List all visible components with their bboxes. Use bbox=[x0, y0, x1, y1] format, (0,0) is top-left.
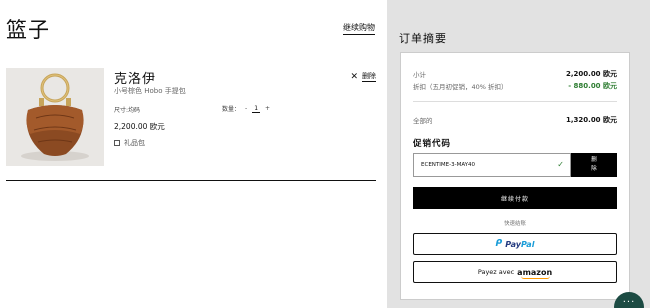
close-icon: ✕ bbox=[350, 71, 358, 82]
amazon-prefix: Payez avec bbox=[477, 268, 515, 276]
paypal-pal-text: Pal bbox=[520, 239, 535, 249]
paypal-logo-icon: ᑭ bbox=[495, 239, 503, 249]
product-name[interactable]: 克洛伊 bbox=[114, 68, 156, 87]
quantity-label: 数量： bbox=[222, 106, 241, 113]
size-label: 尺寸:均码 bbox=[114, 107, 141, 114]
total-row: 全部的 1,320.00 欧元 bbox=[413, 115, 617, 125]
quick-checkout-label: 快速结账 bbox=[503, 221, 526, 227]
promo-remove-button[interactable]: 删 除 bbox=[571, 153, 617, 177]
subtotal-value: 2,200.00 欧元 bbox=[566, 70, 617, 78]
continue-shopping-link[interactable]: 继续购物 bbox=[343, 22, 375, 35]
item-price: 2,200.00 欧元 bbox=[114, 122, 165, 131]
discount-row: 折扣（五月初促销，40% 折扣） - 880.00 欧元 bbox=[413, 81, 617, 91]
subtotal-label: 小计 bbox=[413, 71, 426, 79]
promo-title: 促销代码 bbox=[413, 139, 452, 149]
discount-value: - 880.00 欧元 bbox=[568, 82, 617, 90]
quantity-increase-button[interactable]: + bbox=[265, 105, 270, 112]
gift-wrap-option[interactable]: 礼品包 bbox=[114, 138, 145, 148]
total-value: 1,320.00 欧元 bbox=[566, 116, 617, 124]
total-label: 全部的 bbox=[413, 117, 433, 125]
amazon-logo: amazon bbox=[517, 267, 553, 279]
promo-remove-label-1: 删 bbox=[591, 157, 597, 163]
product-subtitle: 小号棕色 Hobo 手提包 bbox=[114, 87, 186, 95]
remove-label: 删除 bbox=[362, 72, 376, 82]
promo-code-value: ECENTIME-3-MAY40 bbox=[421, 162, 476, 168]
divider bbox=[6, 180, 376, 181]
order-summary-panel: 订单摘要 小计 2,200.00 欧元 折扣（五月初促销，40% 折扣） - 8… bbox=[387, 0, 650, 308]
summary-title: 订单摘要 bbox=[399, 32, 447, 45]
quantity-stepper: 数量： - 1 + bbox=[222, 104, 270, 114]
summary-card: 小计 2,200.00 欧元 折扣（五月初促销，40% 折扣） - 880.00… bbox=[400, 52, 630, 300]
discount-label: 折扣（五月初促销，40% 折扣） bbox=[413, 83, 508, 91]
product-image[interactable] bbox=[6, 68, 104, 166]
amazon-pay-button[interactable]: Payez avec amazon bbox=[413, 261, 617, 283]
checkout-button[interactable]: 继续付款 bbox=[413, 187, 617, 209]
paypal-pay-text: Pay bbox=[505, 239, 521, 249]
cart-item: 克洛伊 小号棕色 Hobo 手提包 ✕ 删除 尺寸:均码 数量： - 1 + 2… bbox=[6, 68, 376, 168]
check-icon: ✓ bbox=[557, 160, 564, 169]
cart-section: 篮子 继续购物 克洛伊 小号棕色 Hobo 手提包 ✕ 删除 尺寸:均码 数量：… bbox=[0, 0, 385, 308]
gift-wrap-checkbox[interactable] bbox=[114, 140, 120, 146]
page-title: 篮子 bbox=[6, 18, 50, 42]
summary-divider bbox=[413, 101, 617, 102]
subtotal-row: 小计 2,200.00 欧元 bbox=[413, 69, 617, 79]
quantity-value[interactable]: 1 bbox=[252, 105, 261, 113]
quantity-decrease-button[interactable]: - bbox=[245, 105, 247, 112]
promo-code-field[interactable]: ECENTIME-3-MAY40 ✓ bbox=[413, 153, 571, 177]
remove-item-button[interactable]: ✕ 删除 bbox=[350, 71, 376, 82]
gift-wrap-label: 礼品包 bbox=[124, 139, 145, 147]
paypal-button[interactable]: ᑭ PayPal bbox=[413, 233, 617, 255]
promo-remove-label-2: 除 bbox=[591, 166, 597, 172]
